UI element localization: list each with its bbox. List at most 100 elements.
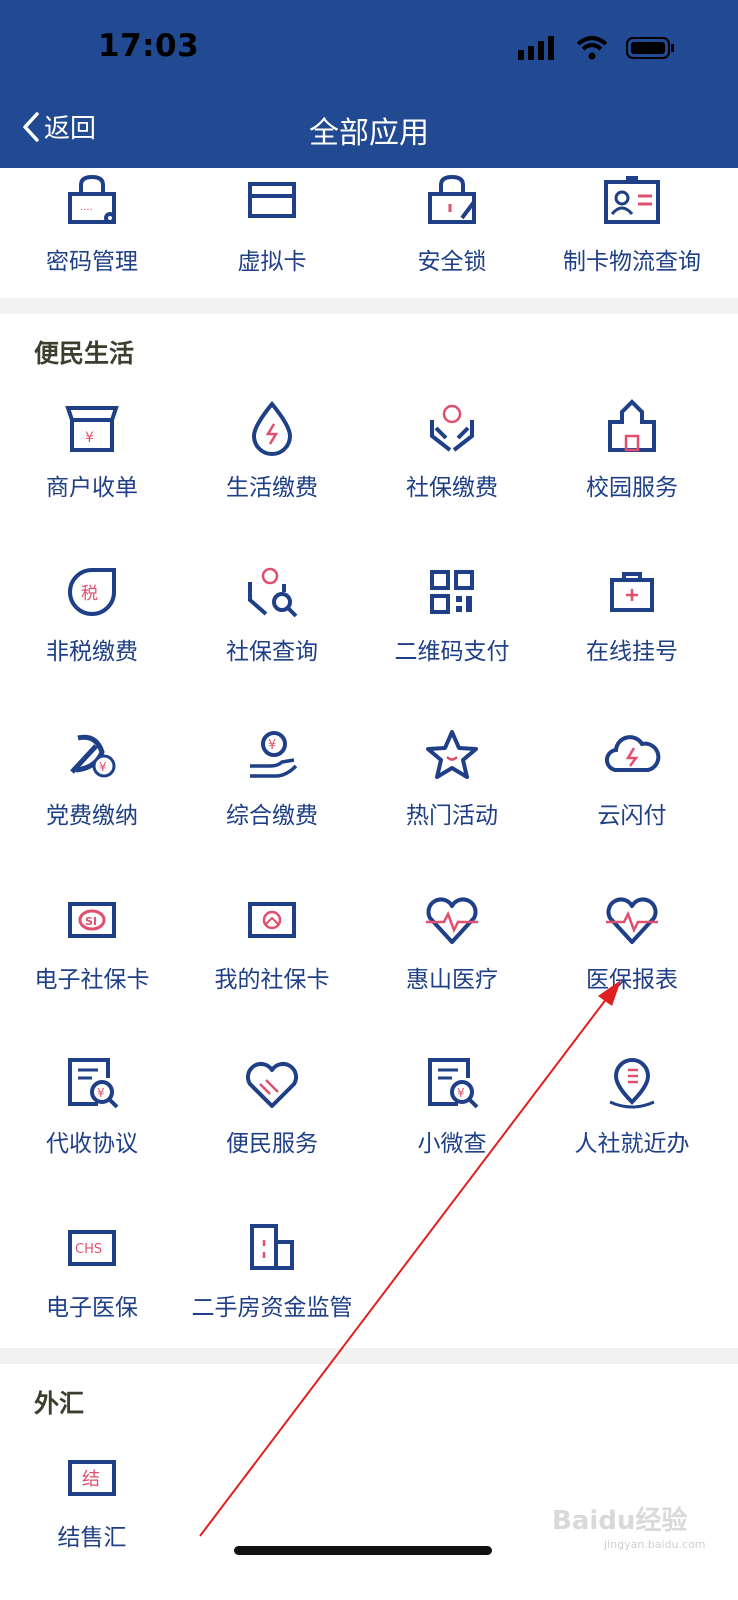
settlement-icon: 结 (68, 1460, 116, 1496)
doc-yen-search-icon: ¥ (428, 1058, 479, 1109)
social-card-icon (248, 902, 296, 938)
app-campus-service[interactable]: 校园服务 (540, 398, 724, 548)
chs-card-icon: CHS (68, 1230, 116, 1266)
app-label: 二维码支付 (394, 639, 510, 665)
app-electronic-si-card[interactable]: SI 电子社保卡 (0, 890, 184, 1040)
svg-text:CHS: CHS (75, 1242, 102, 1257)
star-icon (426, 730, 478, 779)
app-xiaowei-query[interactable]: ¥ 小微查 (360, 1054, 544, 1204)
app-label: 党费缴纳 (46, 803, 138, 829)
app-label: 我的社保卡 (214, 967, 330, 993)
app-label: 非税缴费 (46, 639, 138, 665)
app-label: 小微查 (417, 1131, 487, 1157)
app-label: 安全锁 (417, 249, 487, 275)
medical-kit-icon (610, 572, 654, 612)
svg-text:¥: ¥ (99, 760, 107, 774)
location-pin-icon (609, 1058, 655, 1109)
watermark-logo: Baidu经验 (552, 1506, 688, 1536)
signal-icon (518, 36, 554, 60)
svg-text:¥: ¥ (268, 738, 276, 753)
life-section: 便民生活 ¥ 商户收单 生活缴费 社保缴费 校园服务 税 非税缴费 社保查询 二… (0, 314, 738, 1372)
app-huishan-medical[interactable]: 惠山医疗 (360, 890, 544, 1040)
app-label: 商户收单 (46, 475, 138, 501)
doc-yen-search-icon: ¥ (68, 1058, 119, 1109)
app-label: 电子医保 (46, 1295, 138, 1321)
si-card-icon: SI (68, 902, 116, 938)
app-label: 在线挂号 (586, 639, 678, 665)
school-icon (608, 399, 656, 452)
app-label: 惠山医疗 (406, 967, 498, 993)
heart-pulse-icon (426, 897, 478, 944)
app-foreign-exchange[interactable]: 结 结售汇 (0, 1448, 184, 1598)
app-convenience-service[interactable]: 便民服务 (180, 1054, 364, 1204)
heart-handshake-icon (246, 1062, 298, 1108)
app-label: 结售汇 (57, 1525, 127, 1551)
status-time: 17:03 (98, 28, 200, 64)
app-hot-events[interactable]: 热门活动 (360, 726, 544, 876)
app-header: 17:03 返回 全部应用 (0, 0, 738, 168)
app-label: 医保报表 (586, 967, 678, 993)
app-label: 便民服务 (226, 1131, 318, 1157)
app-online-registration[interactable]: 在线挂号 (540, 562, 724, 712)
svg-text:....: .... (80, 202, 93, 213)
app-merchant-acquiring[interactable]: ¥ 商户收单 (0, 398, 184, 548)
card-icon (248, 182, 296, 218)
hands-search-icon (248, 567, 298, 618)
section-divider (0, 298, 738, 314)
home-indicator (234, 1546, 492, 1555)
app-life-payment[interactable]: 生活缴费 (180, 398, 364, 548)
page-title: 全部应用 (309, 116, 429, 151)
section-title: 外汇 (34, 1389, 85, 1418)
app-label: 代收协议 (46, 1131, 138, 1157)
safety-lock-icon (428, 174, 476, 224)
app-label: 社保缴费 (406, 475, 498, 501)
watermark-url: jingyan.baidu.com (604, 1538, 706, 1551)
svg-text:税: 税 (81, 584, 98, 604)
section-title: 便民生活 (34, 339, 135, 368)
forex-section: 外汇 结 结售汇 (0, 1364, 738, 1600)
building-icon (250, 1224, 294, 1270)
app-collection-agreement[interactable]: ¥ 代收协议 (0, 1054, 184, 1204)
app-label: 校园服务 (586, 475, 678, 501)
qr-code-icon (430, 570, 474, 614)
app-label: 虚拟卡 (237, 249, 307, 275)
app-housing-fund-supervision[interactable]: 二手房资金监管 (180, 1218, 364, 1368)
hands-globe-icon (430, 404, 474, 452)
id-card-icon (604, 176, 660, 224)
app-general-payment[interactable]: ¥ 综合缴费 (180, 726, 364, 876)
app-label: 社保查询 (226, 639, 318, 665)
battery-icon (626, 37, 674, 59)
app-label: 生活缴费 (226, 475, 318, 501)
tax-icon: 税 (68, 568, 116, 616)
party-emblem-icon: ¥ (70, 734, 116, 778)
app-label: 综合缴费 (226, 803, 318, 829)
password-lock-icon: .... (68, 174, 116, 224)
app-qr-payment[interactable]: 二维码支付 (360, 562, 544, 712)
top-apps-section: .... 密码管理 虚拟卡 安全锁 制卡物流查询 (0, 168, 738, 298)
shop-icon: ¥ (65, 406, 119, 452)
cloud-flash-icon (605, 735, 661, 773)
app-si-payment[interactable]: 社保缴费 (360, 398, 544, 548)
app-medical-report[interactable]: 医保报表 (540, 890, 724, 1040)
app-label: 云闪付 (597, 803, 667, 829)
app-label: 人社就近办 (574, 1131, 690, 1157)
app-hr-nearby[interactable]: 人社就近办 (540, 1054, 724, 1204)
svg-text:SI: SI (85, 915, 97, 928)
back-button[interactable]: 返回 (22, 108, 96, 145)
svg-text:¥: ¥ (457, 1086, 465, 1100)
app-party-dues[interactable]: ¥ 党费缴纳 (0, 726, 184, 876)
heart-pulse-icon (606, 897, 658, 944)
wifi-icon (576, 36, 608, 60)
section-divider (0, 1348, 738, 1364)
app-label: 热门活动 (406, 803, 498, 829)
back-label: 返回 (44, 114, 97, 144)
water-drop-icon (251, 400, 293, 456)
chevron-left-icon (23, 111, 39, 142)
app-cloud-quickpass[interactable]: 云闪付 (540, 726, 724, 876)
app-electronic-medical-insurance[interactable]: CHS 电子医保 (0, 1218, 184, 1368)
app-nontax-payment[interactable]: 税 非税缴费 (0, 562, 184, 712)
app-si-query[interactable]: 社保查询 (180, 562, 364, 712)
app-label: 密码管理 (46, 249, 138, 275)
app-my-si-card[interactable]: 我的社保卡 (180, 890, 364, 1040)
app-label: 电子社保卡 (34, 967, 150, 993)
